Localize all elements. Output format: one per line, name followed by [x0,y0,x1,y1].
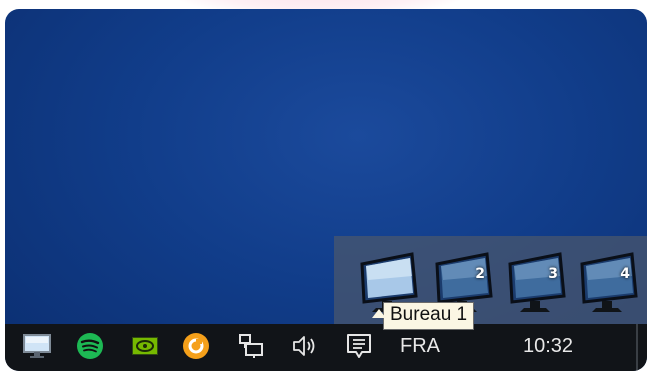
desktop-number: 2 [475,266,485,282]
monitor-icon [508,252,566,312]
volume-icon[interactable] [289,330,321,362]
desktop-tooltip: Bureau 1 [383,302,475,330]
desktop-thumbnail-3[interactable]: 3 [502,246,576,316]
desktop-thumbnail-4[interactable]: 4 [574,246,647,316]
clock[interactable]: 10:32 [523,335,573,358]
monitor-icon [580,252,638,312]
tooltip-pointer [372,309,386,318]
screen: 2 3 4 Bureau 1 FRA 10:32 [5,9,647,371]
virtual-desktop-icon[interactable] [21,330,53,362]
orange-app-icon[interactable] [180,330,212,362]
nvidia-icon[interactable] [129,330,161,362]
input-language[interactable]: FRA [400,335,440,358]
network-icon[interactable] [235,330,267,362]
spotify-icon[interactable] [74,330,106,362]
show-desktop-button[interactable] [636,324,638,371]
notifications-icon[interactable] [343,330,375,362]
desktop-number: 3 [548,266,558,282]
taskbar: FRA 10:32 [5,324,647,371]
desktop-number: 4 [620,266,630,282]
